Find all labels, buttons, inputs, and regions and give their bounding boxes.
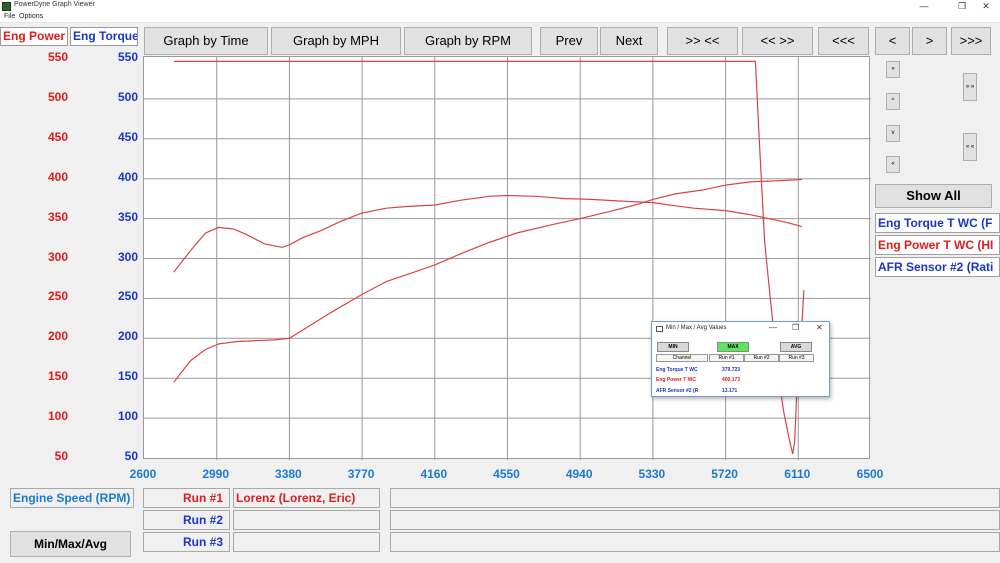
y-tick-label: 400 — [117, 169, 138, 184]
x-tick-label: 4940 — [565, 467, 593, 481]
run2-detail — [390, 510, 1000, 530]
run3-label[interactable]: Run #3 — [143, 532, 230, 552]
y-tick-label: 200 — [117, 329, 138, 344]
popup-max-button[interactable]: MAX — [717, 342, 749, 352]
run3-detail — [390, 532, 1000, 552]
min-max-avg-button[interactable]: Min/Max/Avg — [10, 531, 131, 557]
x-tick-label: 3770 — [347, 467, 375, 481]
plot-area[interactable] — [143, 56, 871, 460]
x-tick-label: 6110 — [784, 467, 811, 481]
y-tick-label: 300 — [47, 249, 68, 264]
y-tick-label: 300 — [117, 249, 138, 264]
popup-header-run1: Run #1 — [709, 354, 744, 362]
legend-torque[interactable]: Eng Torque T WC (F — [875, 213, 1000, 233]
y-tick-label: 400 — [47, 169, 68, 184]
menu-file[interactable]: File — [4, 13, 15, 20]
popup-window-icon — [656, 326, 663, 332]
y-tick-label: 550 — [47, 50, 68, 64]
y-tick-label: 50 — [54, 449, 68, 463]
side-button-3[interactable]: v — [886, 125, 900, 142]
popup-row-channel: Eng Torque T WC — [656, 367, 698, 373]
run1-detail — [390, 488, 1000, 508]
x-tick-label: 2600 — [129, 467, 157, 481]
popup-row-channel: AFR Sensor #2 (R — [656, 388, 699, 394]
min-max-avg-popup: Min / Max / Avg Values — ❐ ✕ MIN MAX AVG… — [651, 321, 830, 397]
y-tick-label: 350 — [117, 209, 138, 224]
x-tick-label: 6500 — [856, 467, 884, 481]
popup-close-button[interactable]: ✕ — [816, 323, 823, 332]
side-button-4[interactable]: « — [886, 156, 900, 173]
run1-label[interactable]: Run #1 — [143, 488, 230, 508]
x-tick-label: 5720 — [711, 467, 738, 481]
run2-label[interactable]: Run #2 — [143, 510, 230, 530]
y-tick-label: 150 — [117, 369, 138, 384]
popup-restore-button[interactable]: ❐ — [792, 323, 799, 332]
y-tick-label: 500 — [117, 89, 138, 104]
run3-name — [233, 532, 380, 552]
chart-svg — [144, 57, 871, 460]
popup-header-run3: Run #3 — [779, 354, 814, 362]
run2-name — [233, 510, 380, 530]
legend-afr[interactable]: AFR Sensor #2 (Rati — [875, 257, 1000, 277]
torque-axis-selector[interactable]: Eng Torque — [70, 27, 138, 46]
popup-row-value: 400.173 — [722, 377, 741, 383]
zoom-out-button[interactable]: << >> — [742, 27, 813, 55]
menu-bar: File Options — [0, 13, 1000, 23]
app-icon — [2, 2, 11, 11]
scroll-left-button[interactable]: < — [875, 27, 910, 55]
close-button[interactable]: ✕ — [972, 0, 1000, 13]
y-tick-label: 550 — [117, 50, 138, 64]
run1-name: Lorenz (Lorenz, Eric) — [233, 488, 380, 508]
popup-row-value: 379.723 — [722, 367, 741, 373]
side-button-5[interactable]: » » — [963, 73, 977, 101]
graph-by-time-button[interactable]: Graph by Time — [144, 27, 268, 55]
y-tick-label: 200 — [47, 329, 68, 344]
prev-button[interactable]: Prev — [540, 27, 598, 55]
popup-row-value: 13.171 — [722, 388, 738, 394]
y-tick-label: 250 — [47, 289, 68, 304]
side-button-2[interactable]: ^ — [886, 93, 900, 110]
y-tick-label: 350 — [47, 209, 68, 224]
y-tick-label: 50 — [124, 449, 138, 463]
x-tick-label: 4160 — [420, 467, 448, 481]
series-line-0 — [173, 194, 803, 273]
next-button[interactable]: Next — [600, 27, 658, 55]
graph-by-mph-button[interactable]: Graph by MPH — [271, 27, 401, 55]
side-button-6[interactable]: « « — [963, 133, 977, 161]
window-title: PowerDyne Graph Viewer — [14, 1, 95, 8]
y-tick-label: 450 — [47, 129, 68, 144]
y-tick-label: 150 — [47, 369, 68, 384]
x-axis-name[interactable]: Engine Speed (RPM) — [10, 488, 134, 508]
popup-minimize-button[interactable]: — — [769, 323, 777, 332]
zoom-in-button[interactable]: >> << — [667, 27, 738, 55]
scroll-right-button[interactable]: > — [912, 27, 947, 55]
popup-avg-button[interactable]: AVG — [780, 342, 812, 352]
popup-row-channel: Eng Power T WC — [656, 377, 696, 383]
show-all-button[interactable]: Show All — [875, 184, 992, 208]
legend-power[interactable]: Eng Power T WC (HI — [875, 235, 1000, 255]
y-tick-label: 450 — [117, 129, 138, 144]
menu-options[interactable]: Options — [19, 13, 43, 20]
x-tick-label: 2990 — [202, 467, 230, 481]
y-tick-label: 100 — [47, 409, 68, 424]
minimize-button[interactable]: — — [910, 0, 938, 13]
side-button-1[interactable]: » — [886, 61, 900, 78]
y-tick-label: 250 — [117, 289, 138, 304]
title-bar: PowerDyne Graph Viewer — ❐ ✕ — [0, 0, 1000, 13]
x-tick-label: 3380 — [275, 467, 302, 481]
popup-min-button[interactable]: MIN — [657, 342, 689, 352]
scroll-far-left-button[interactable]: <<< — [818, 27, 869, 55]
x-tick-label: 4550 — [493, 467, 520, 481]
popup-header-run2: Run #2 — [744, 354, 779, 362]
y-tick-label: 100 — [117, 409, 138, 424]
y-tick-label: 500 — [47, 89, 68, 104]
x-tick-label: 5330 — [638, 467, 666, 481]
popup-title: Min / Max / Avg Values — [666, 325, 727, 331]
power-axis-selector[interactable]: Eng Power — [0, 27, 68, 46]
popup-header-channel: Channel — [656, 354, 708, 362]
scroll-far-right-button[interactable]: >>> — [951, 27, 991, 55]
graph-by-rpm-button[interactable]: Graph by RPM — [404, 27, 532, 55]
